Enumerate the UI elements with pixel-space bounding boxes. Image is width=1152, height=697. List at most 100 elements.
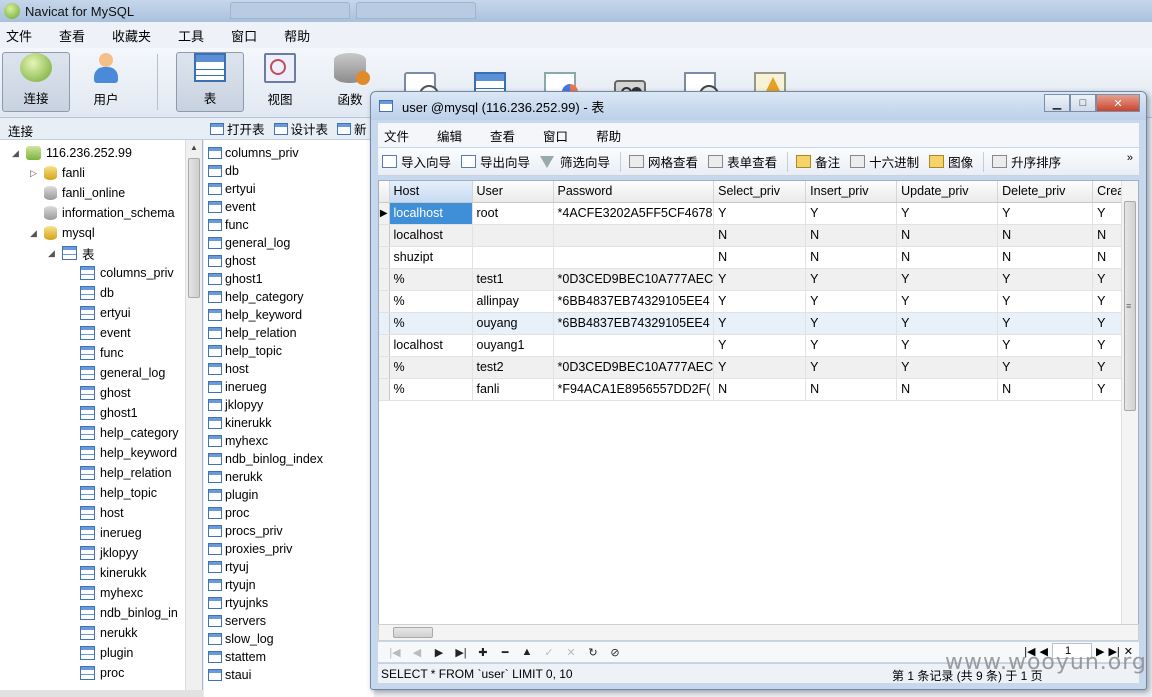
collapse-arrow-icon[interactable]: ◢ [30,228,40,239]
table-cell[interactable]: N [805,224,898,247]
table-cell[interactable]: Y [713,268,807,291]
table-cell[interactable]: Y [896,268,999,291]
tree-db-mysql[interactable]: ◢ mysql [30,223,95,243]
table-row[interactable]: % test1 *0D3CED9BEC10A777AEC Y Y Y Y Y [379,268,1134,291]
table-cell[interactable]: Y [805,202,898,225]
tree-db-fanli-online[interactable]: fanli_online [30,183,125,203]
table-cell[interactable]: % [389,378,473,401]
table-row[interactable]: % ouyang *6BB4837EB74329105EE4 Y Y Y Y Y [379,312,1134,335]
row-indicator[interactable] [379,268,390,291]
tree-table-item[interactable]: event [80,323,131,343]
table-row[interactable]: ▶ localhost root *4ACFE3202A5FF5CF4678 Y Y Y Y Y [379,202,1134,225]
table-cell[interactable]: % [389,290,473,313]
apply-changes-icon[interactable]: ✓ [538,646,560,659]
tree-table-item[interactable]: jklopyy [80,543,138,563]
delete-record-icon[interactable]: ━ [494,646,516,659]
row-indicator[interactable] [379,290,390,313]
column-header[interactable]: Host [389,181,473,203]
row-indicator[interactable] [379,334,390,357]
object-list-item[interactable]: rtyuj [208,558,249,576]
chevron-right-icon[interactable]: » [1127,152,1133,164]
first-record-icon[interactable]: |◀ [384,646,406,659]
table-row[interactable]: % test2 *0D3CED9BEC10A777AEC Y Y Y Y Y [379,356,1134,379]
row-indicator[interactable] [379,312,390,335]
menu-window[interactable]: 窗口 [231,26,269,45]
tree-table-item[interactable]: kinerukk [80,563,147,583]
row-indicator[interactable] [379,378,390,401]
table-cell[interactable]: N [896,246,999,269]
table-cell[interactable]: *6BB4837EB74329105EE4 [553,290,715,313]
table-cell[interactable]: test2 [472,356,554,379]
blurred-tab[interactable] [356,2,476,19]
object-list-item[interactable]: jklopyy [208,396,263,414]
tree-table-item[interactable]: plugin [80,643,133,663]
object-list-item[interactable]: plugin [208,486,258,504]
row-indicator[interactable] [379,224,390,247]
object-list-item[interactable]: ghost [208,252,256,270]
table-cell[interactable]: fanli [472,378,554,401]
table-cell[interactable]: % [389,312,473,335]
object-list-item[interactable]: ghost1 [208,270,263,288]
table-cell[interactable]: *0D3CED9BEC10A777AEC [553,268,715,291]
object-list-item[interactable]: staui [208,666,251,684]
table-cell[interactable]: Y [896,290,999,313]
table-cell[interactable]: localhost [389,224,473,247]
edit-record-icon[interactable]: ▲ [516,646,538,658]
column-header[interactable]: Password [553,181,715,203]
import-wizard-button[interactable]: 导入向导 [382,152,451,171]
table-cell[interactable]: Y [997,268,1094,291]
table-cell[interactable]: Y [896,202,999,225]
menu-favorites[interactable]: 收藏夹 [112,26,163,45]
discard-changes-icon[interactable]: ✕ [560,646,582,659]
row-indicator[interactable] [379,356,390,379]
object-list-item[interactable]: rtyujnks [208,594,268,612]
object-list-item[interactable]: columns_priv [208,144,299,162]
menu-file[interactable]: 文件 [6,26,44,45]
collapse-arrow-icon[interactable]: ◢ [12,148,22,159]
memo-button[interactable]: 备注 [796,152,840,171]
table-cell[interactable]: N [713,378,807,401]
column-header[interactable]: Insert_priv [805,181,898,203]
object-list-item[interactable]: kinerukk [208,414,272,432]
wmenu-view[interactable]: 查看 [490,126,515,145]
tree-server[interactable]: ◢ 116.236.252.99 [12,143,132,163]
grid-view-button[interactable]: 网格查看 [629,152,698,171]
row-indicator[interactable] [379,246,390,269]
column-header[interactable]: User [472,181,554,203]
object-list-item[interactable]: help_keyword [208,306,302,324]
table-cell[interactable]: Y [896,312,999,335]
table-cell[interactable]: Y [713,356,807,379]
table-cell[interactable]: test1 [472,268,554,291]
menu-view[interactable]: 查看 [59,26,97,45]
tree-table-item[interactable]: proc [80,663,124,683]
table-cell[interactable]: ouyang [472,312,554,335]
table-cell[interactable]: Y [805,356,898,379]
table-cell[interactable]: N [713,246,807,269]
tree-db-fanli[interactable]: ▷ fanli [30,163,85,183]
object-list-item[interactable]: procs_priv [208,522,283,540]
table-cell[interactable]: N [713,224,807,247]
table-cell[interactable]: *4ACFE3202A5FF5CF4678 [553,202,715,225]
sort-ascending-button[interactable]: 升序排序 [992,152,1061,171]
table-cell[interactable]: % [389,268,473,291]
scrollbar-thumb[interactable] [188,158,200,298]
table-cell[interactable]: N [805,246,898,269]
new-table-button[interactable]: 新 [337,119,367,138]
design-table-button[interactable]: 设计表 [273,119,328,138]
table-cell[interactable]: ouyang1 [472,334,554,357]
table-cell[interactable]: *0D3CED9BEC10A777AEC [553,356,715,379]
table-cell[interactable]: Y [997,356,1094,379]
object-list-item[interactable]: inerueg [208,378,267,396]
table-cell[interactable]: Y [805,312,898,335]
scrollbar-thumb[interactable] [393,627,433,638]
object-list-item[interactable]: myhexc [208,432,268,450]
tree-table-item[interactable]: help_keyword [80,443,177,463]
prev-record-icon[interactable]: ◀ [406,646,428,659]
add-record-icon[interactable]: ✚ [472,646,494,659]
tree-table-item[interactable]: inerueg [80,523,142,543]
table-cell[interactable]: Y [713,334,807,357]
table-cell[interactable] [553,334,715,357]
grid-hscrollbar[interactable] [378,624,1139,641]
next-record-icon[interactable]: ▶ [428,646,450,659]
maximize-icon[interactable]: □ [1070,94,1096,112]
